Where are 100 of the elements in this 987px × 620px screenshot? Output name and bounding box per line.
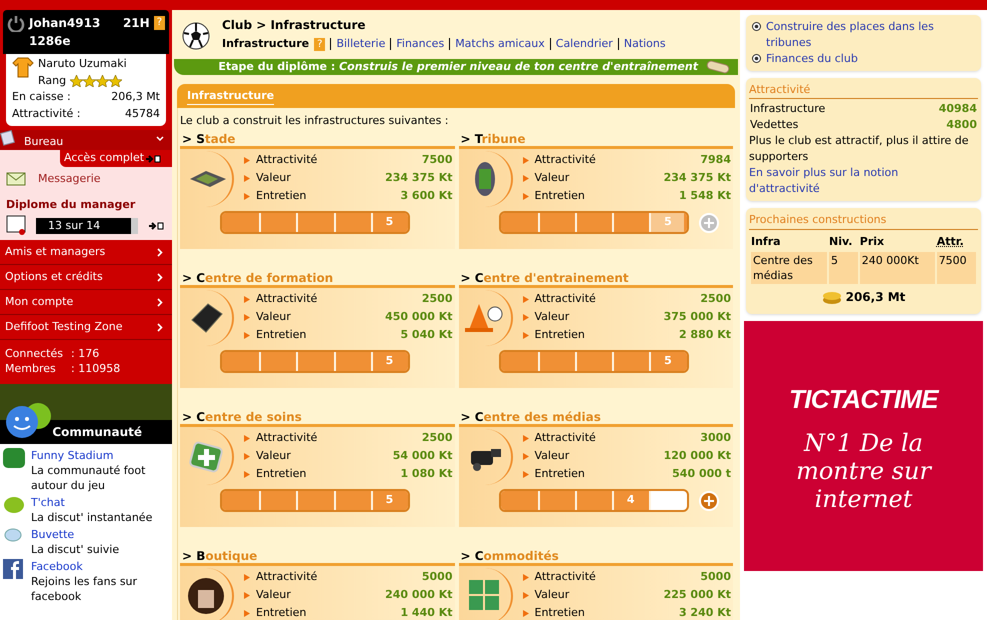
smileys-icon <box>4 400 52 440</box>
panel-intro: Le club a construit les infrastructures suivantes : <box>180 113 450 128</box>
upgrade-button[interactable] <box>698 490 718 510</box>
messages-link[interactable]: Messagerie <box>38 171 101 188</box>
nav-tab[interactable]: Calendrier <box>550 38 613 50</box>
breadcrumb: Club > Infrastructure <box>222 17 366 34</box>
bullet-arrow-icon <box>244 156 250 164</box>
bullet-arrow-icon <box>522 574 528 580</box>
bullet-arrow-icon <box>522 470 528 478</box>
bullet-arrow-icon <box>244 592 250 598</box>
power-icon <box>7 14 25 32</box>
bullet-arrow-icon <box>522 174 528 182</box>
community-description: La communauté foot autour du jeu <box>31 463 146 493</box>
stat-label: Entretien <box>256 326 306 343</box>
stat-label: Attractivité <box>256 290 318 307</box>
community-link[interactable]: Buvette <box>31 527 120 542</box>
plus-icon <box>704 496 714 506</box>
arrow-page-icon <box>146 154 162 162</box>
arrow-page-icon <box>149 222 164 230</box>
chevron-right-icon <box>157 322 163 332</box>
stat-value: 2 880 Kt <box>678 326 731 343</box>
stat-value: 5000 <box>422 568 452 585</box>
stat-label: Connectés <box>5 346 64 361</box>
help-link[interactable]: Finances du club <box>766 51 858 67</box>
bullet-arrow-icon <box>244 192 250 200</box>
soccer-ball-icon <box>752 54 761 63</box>
stat-value: 234 375 Kt <box>385 170 452 186</box>
community-description: La discut' suivie <box>31 542 120 557</box>
bullet-arrow-icon <box>522 452 528 460</box>
bullet-arrow-icon <box>522 592 528 598</box>
bullet-arrow-icon <box>244 574 250 580</box>
stat-value: 240 000 Kt <box>385 586 452 603</box>
column-header: Niv. <box>829 234 854 250</box>
column-header: Prix <box>860 234 886 250</box>
points: 1286e <box>29 33 72 50</box>
attractivity-label: Infrastructure <box>750 101 826 117</box>
stat-value: 120 000 Kt <box>664 448 731 464</box>
stat-label: Entretien <box>534 604 585 620</box>
community-title: Communauté <box>52 424 142 441</box>
cash-value: 206,3 Mt <box>111 89 160 105</box>
bullet-arrow-icon <box>244 332 250 338</box>
stat-value: 1 548 Kt <box>678 188 731 204</box>
attractivity-link[interactable]: En savoir plus sur la notion d'attractivité <box>749 165 978 197</box>
card-title: Prochaines constructions <box>749 212 978 230</box>
attractivity-value: 4800 <box>946 117 977 133</box>
stat-label: Attractivité <box>256 568 318 585</box>
stat-label: Valeur <box>534 308 570 325</box>
help-link[interactable]: Construire des places dans les tribunes <box>766 19 975 51</box>
upgrade-button[interactable] <box>698 212 718 232</box>
diploma-progress-text: 13 sur 14 <box>48 218 100 234</box>
nav-tab[interactable]: Billeterie <box>330 38 386 50</box>
plus-icon <box>704 218 714 228</box>
stat-value: 7500 <box>422 152 452 168</box>
chat-logo-icon <box>3 495 25 515</box>
stat-value: 54 000 Kt <box>392 448 452 464</box>
stat-value: 5000 <box>700 568 731 585</box>
username: Johan4913 <box>29 15 100 32</box>
coins-icon <box>822 290 842 304</box>
bullet-arrow-icon <box>522 296 528 302</box>
rank-label: Rang <box>38 72 66 88</box>
nav-tab[interactable]: Nations <box>618 38 666 50</box>
nav-tab[interactable]: Finances <box>390 38 444 50</box>
stat-label: Valeur <box>534 448 570 464</box>
bullet-arrow-icon <box>522 156 528 164</box>
level-number: 5 <box>651 213 684 232</box>
community-description: La discut' instantanée <box>31 510 152 525</box>
stat-value: 540 000 t <box>672 466 731 482</box>
stat-label: Valeur <box>256 308 291 325</box>
community-description: Rejoins les fans sur facebook <box>31 574 138 604</box>
full-access-link[interactable]: Accès complet <box>60 150 172 167</box>
envelope-icon <box>6 172 26 186</box>
advertisement-banner[interactable]: TICTACTIME N°1 De la montre sur internet <box>744 321 983 571</box>
stat-label: Entretien <box>256 604 306 620</box>
community-link[interactable]: Facebook <box>31 559 169 574</box>
star-icon <box>70 74 84 87</box>
star-icon <box>109 74 122 87</box>
community-link[interactable]: T'chat <box>31 495 152 510</box>
diploma-step-text: Etape du diplôme : Construis le premier niveau de ton centre d'entraînement <box>218 58 698 74</box>
nav-tab[interactable]: Matchs amicaux <box>449 38 545 50</box>
stat-label: Valeur <box>256 586 291 603</box>
stat-value: 1 440 Kt <box>400 604 452 620</box>
stat-label: Valeur <box>256 170 291 186</box>
card-title: Attractivité <box>749 82 978 99</box>
stat-value: 1 080 Kt <box>400 466 452 482</box>
bag-icon <box>186 576 226 616</box>
stat-value: 225 000 Kt <box>664 586 731 603</box>
bullet-arrow-icon <box>522 610 528 616</box>
table-cell: Centre des médias <box>751 252 827 284</box>
stat-label: Attractivité <box>534 430 596 446</box>
stat-label: Entretien <box>256 188 306 204</box>
stat-value: 5 040 Kt <box>400 326 452 343</box>
table-cell: 7500 <box>936 252 976 284</box>
stat-label: Attractivité <box>534 152 596 168</box>
bureau-header[interactable]: Bureau <box>0 130 172 150</box>
nav-tab[interactable]: Infrastructure <box>222 36 310 52</box>
community-link[interactable]: Funny Stadium <box>31 448 169 463</box>
stat-label: Valeur <box>256 448 291 464</box>
scroll-icon <box>706 60 730 74</box>
table-cell: 5 <box>829 252 858 284</box>
table-cell: 240 000Kt <box>860 252 935 284</box>
